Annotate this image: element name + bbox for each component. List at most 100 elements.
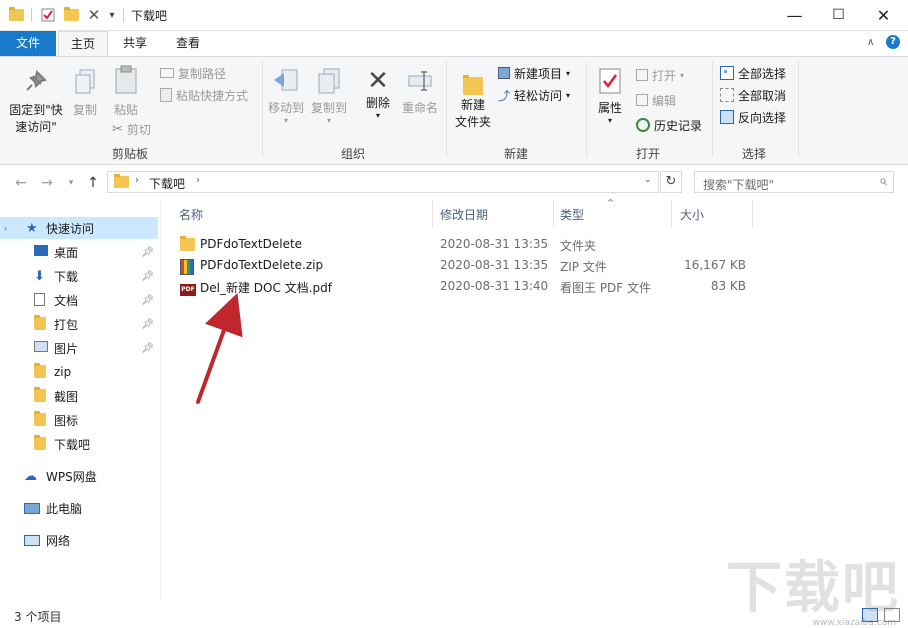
pinned-icon[interactable]: 📌︎	[141, 295, 154, 306]
nav-item-6[interactable]: 截图	[0, 385, 158, 407]
breadcrumb-chevron-icon[interactable]: ›	[196, 175, 200, 186]
rename-label: 重命名	[401, 101, 438, 115]
invert-selection-icon	[720, 110, 734, 124]
paste-shortcut-button[interactable]: 粘贴快捷方式	[160, 85, 248, 105]
nav-item-8[interactable]: 下载吧	[0, 433, 158, 455]
paste-button[interactable]: 粘贴	[108, 65, 144, 119]
expand-icon[interactable]: ›	[4, 224, 7, 233]
nav-this-pc[interactable]: 此电脑	[0, 497, 158, 519]
nav-network[interactable]: 网络	[0, 529, 158, 551]
move-to-button[interactable]: 移动到 ▾	[266, 67, 306, 125]
nav-item-5[interactable]: zip	[0, 361, 158, 383]
breadcrumb-chevron-icon[interactable]: ›	[135, 175, 139, 186]
search-box[interactable]: 搜索"下载吧" ⌕	[694, 171, 894, 193]
tab-home[interactable]: 主页	[58, 31, 108, 57]
delete-button[interactable]: ✕ 删除 ▾	[360, 67, 396, 120]
rename-button[interactable]: 重命名	[398, 67, 442, 117]
nav-item-label: 文档	[54, 293, 79, 308]
new-item-button[interactable]: 新建项目 ▾	[498, 63, 570, 83]
open-icon	[636, 69, 648, 81]
history-button[interactable]: 历史记录	[636, 115, 702, 135]
properties-icon[interactable]	[40, 7, 56, 23]
nav-wps-drive[interactable]: ☁ WPS网盘	[0, 465, 158, 487]
delete-icon[interactable]: ✕	[86, 6, 102, 24]
pane-splitter[interactable]	[160, 200, 168, 600]
invert-selection-label: 反向选择	[738, 110, 787, 125]
select-none-label: 全部取消	[738, 88, 787, 103]
tab-view[interactable]: 查看	[165, 31, 211, 56]
copy-icon	[75, 69, 95, 94]
group-divider	[712, 61, 713, 157]
invert-selection-button[interactable]: 反向选择	[720, 107, 786, 127]
group-divider	[586, 61, 587, 157]
new-folder-button[interactable]: 新建 文件夹	[450, 67, 496, 131]
qat-dropdown-icon[interactable]: ▾	[106, 7, 118, 23]
ribbon: 固定到"快 速访问" 复制 粘贴 复制路径 粘贴快捷方式 ✂ 剪切 剪贴板 移动…	[0, 56, 908, 165]
cut-button[interactable]: ✂ 剪切	[112, 119, 151, 139]
group-divider	[798, 61, 799, 157]
nav-item-0[interactable]: 桌面 📌︎	[0, 241, 158, 263]
up-icon[interactable]: ↑	[84, 175, 102, 191]
star-icon: ★	[26, 220, 38, 236]
nav-item-7[interactable]: 图标	[0, 409, 158, 431]
new-item-dropdown-icon: ▾	[566, 68, 571, 78]
select-none-button[interactable]: 全部取消	[720, 85, 786, 105]
pinned-icon[interactable]: 📌︎	[141, 343, 154, 354]
pinned-icon[interactable]: 📌︎	[141, 319, 154, 330]
tab-share[interactable]: 共享	[112, 31, 158, 56]
maximize-button[interactable]: ☐	[816, 0, 861, 30]
watermark-logo: 下载吧	[726, 556, 900, 621]
open-button[interactable]: 打开 ▾	[636, 65, 684, 85]
address-bar[interactable]: › 下载吧 › ⌄	[107, 171, 659, 193]
delete-dropdown-icon: ▾	[375, 111, 380, 120]
properties-button[interactable]: 属性 ▾	[592, 67, 628, 125]
pinned-icon[interactable]: 📌︎	[141, 271, 154, 282]
copy-to-button[interactable]: 复制到 ▾	[308, 67, 350, 125]
folder-icon	[8, 7, 24, 23]
search-icon[interactable]: ⌕	[879, 173, 887, 189]
recent-locations-icon[interactable]: ▾	[62, 178, 80, 188]
refresh-icon[interactable]: ↻	[660, 171, 682, 193]
pin-to-quick-access-button[interactable]: 固定到"快 速访问"	[6, 69, 66, 136]
close-button[interactable]: ✕	[861, 0, 906, 30]
forward-icon[interactable]: →	[38, 175, 56, 191]
collapse-ribbon-icon[interactable]: ∧	[867, 37, 874, 48]
easy-access-button[interactable]: ⤴ 轻松访问 ▾	[498, 85, 570, 105]
copy-button[interactable]: 复制	[68, 69, 102, 119]
select-all-icon	[720, 66, 734, 80]
network-icon	[24, 534, 40, 546]
help-icon[interactable]: ?	[886, 35, 900, 49]
nav-item-1[interactable]: ⬇ 下载 📌︎	[0, 265, 158, 287]
divider	[123, 8, 124, 22]
folder-icon	[34, 411, 46, 426]
copy-to-dropdown-icon: ▾	[326, 116, 331, 125]
folder-icon	[114, 174, 129, 188]
select-all-button[interactable]: 全部选择	[720, 63, 786, 83]
new-folder-icon[interactable]	[63, 7, 79, 23]
pinned-icon[interactable]: 📌︎	[141, 247, 154, 258]
copy-path-label: 复制路径	[178, 66, 227, 81]
pin-icon	[26, 69, 47, 91]
easy-access-icon: ⤴	[498, 88, 511, 103]
delete-x-icon: ✕	[367, 66, 389, 96]
nav-quick-access-label: 快速访问	[46, 221, 95, 236]
copy-path-icon	[160, 68, 174, 78]
nav-item-2[interactable]: 文档 📌︎	[0, 289, 158, 311]
easy-access-dropdown-icon: ▾	[566, 90, 571, 100]
minimize-button[interactable]: —	[772, 0, 817, 30]
nav-this-pc-label: 此电脑	[46, 501, 83, 516]
address-history-icon[interactable]: ⌄	[644, 175, 652, 185]
nav-item-4[interactable]: 图片 📌︎	[0, 337, 158, 359]
edit-label: 编辑	[652, 93, 677, 108]
nav-item-label: 打包	[54, 317, 79, 332]
tab-file[interactable]: 文件	[0, 31, 56, 56]
scissors-icon: ✂	[112, 121, 123, 137]
edit-button[interactable]: 编辑	[636, 90, 676, 110]
breadcrumb-current[interactable]: 下载吧	[149, 175, 185, 192]
nav-item-3[interactable]: 打包 📌︎	[0, 313, 158, 335]
nav-quick-access[interactable]: › ★ 快速访问	[0, 217, 158, 239]
back-icon[interactable]: ←	[12, 175, 30, 191]
copy-path-button[interactable]: 复制路径	[160, 63, 226, 83]
new-folder-label: 新建 文件夹	[454, 98, 491, 129]
folder-icon	[34, 363, 46, 378]
